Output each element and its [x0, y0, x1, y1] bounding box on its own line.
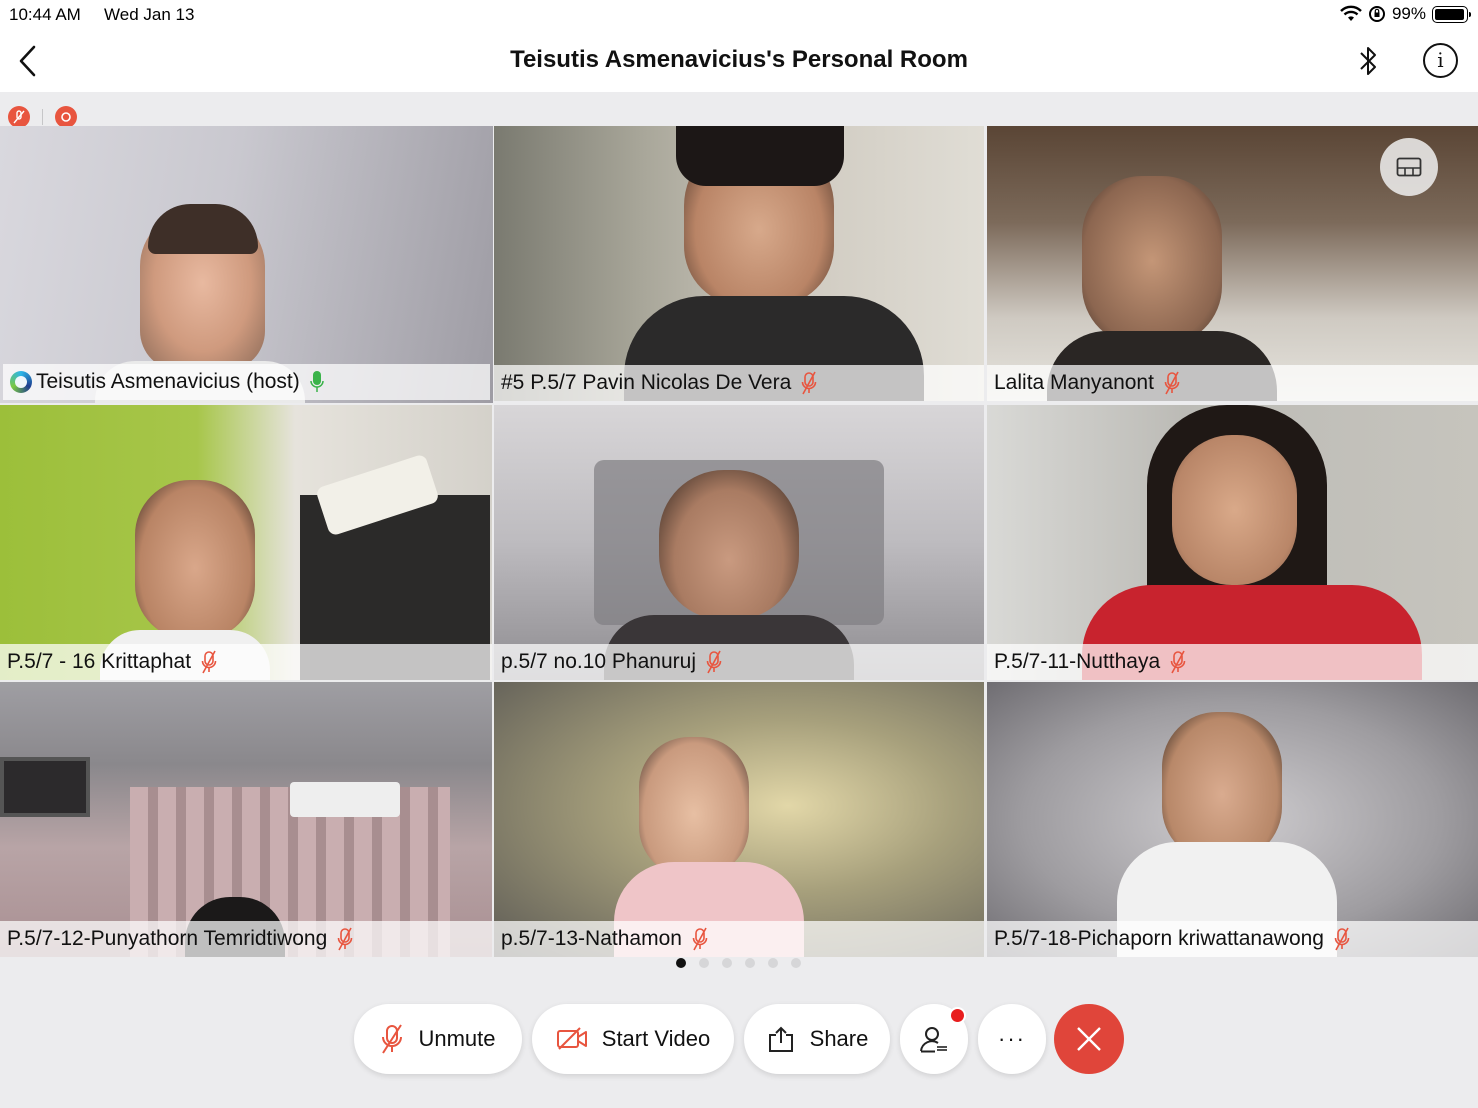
participant-name: P.5/7 - 16 Krittaphat [7, 650, 192, 673]
notification-badge [949, 1007, 966, 1024]
meeting-toolbar: Unmute Start Video Share ··· [0, 1004, 1478, 1074]
mic-muted-icon [1164, 371, 1180, 395]
participants-icon [920, 1027, 947, 1053]
video-grid: Teisutis Asmenavicius (host) #5 P.5/7 Pa… [0, 126, 1478, 957]
participant-name: P.5/7-11-Nutthaya [994, 650, 1161, 673]
participant-label: P.5/7-18-Pichaporn kriwattanawong [987, 921, 1478, 957]
status-time: 10:44 AM [9, 5, 81, 24]
participant-label: P.5/7-11-Nutthaya [987, 644, 1478, 680]
participant-label: Lalita Manyanont [987, 365, 1478, 401]
nav-bar: Teisutis Asmenavicius's Personal Room i [0, 30, 1478, 92]
battery-percent: 99% [1391, 4, 1426, 23]
participant-name: Teisutis Asmenavicius (host) [36, 370, 300, 393]
mic-muted-icon [382, 1024, 403, 1054]
participant-label: Teisutis Asmenavicius (host) [3, 364, 490, 400]
muted-indicator-icon [8, 106, 30, 128]
participant-name: #5 P.5/7 Pavin Nicolas De Vera [501, 371, 792, 394]
layout-switch-button[interactable] [1380, 138, 1438, 196]
participant-name: P.5/7-12-Punyathorn Temridtiwong [7, 927, 328, 950]
leave-meeting-button[interactable] [1054, 1004, 1124, 1074]
participants-button[interactable] [900, 1004, 968, 1074]
page-title: Teisutis Asmenavicius's Personal Room [510, 46, 968, 73]
share-label: Share [809, 1026, 869, 1051]
grid-layout-icon [1396, 157, 1422, 177]
start-video-label: Start Video [601, 1026, 711, 1051]
page-dot[interactable] [699, 958, 709, 968]
video-tile[interactable]: P.5/7 - 16 Krittaphat [0, 405, 492, 680]
share-button[interactable]: Share [744, 1004, 890, 1074]
mic-muted-icon [692, 927, 708, 951]
mic-muted-icon [801, 371, 817, 395]
mic-active-icon [310, 371, 324, 392]
participant-label: P.5/7 - 16 Krittaphat [0, 644, 492, 680]
participant-label: #5 P.5/7 Pavin Nicolas De Vera [494, 365, 984, 401]
status-right: 99% [1340, 4, 1471, 24]
participant-label: p.5/7-13-Nathamon [494, 921, 984, 957]
participant-name: P.5/7-18-Pichaporn kriwattanawong [994, 927, 1324, 950]
meeting-indicators [8, 106, 77, 128]
orientation-lock-icon [1368, 6, 1385, 22]
participant-label: p.5/7 no.10 Phanuruj [494, 644, 984, 680]
webex-logo-icon [10, 371, 32, 393]
status-bar: 10:44 AM Wed Jan 13 99% [0, 0, 1478, 30]
participant-name: p.5/7 no.10 Phanuruj [501, 650, 696, 673]
close-icon [1077, 1027, 1101, 1051]
video-tile[interactable]: p.5/7 no.10 Phanuruj [494, 405, 984, 680]
mic-muted-icon [1334, 927, 1350, 951]
video-tile[interactable]: P.5/7-18-Pichaporn kriwattanawong [987, 682, 1478, 957]
mic-muted-icon [201, 650, 217, 674]
page-dot[interactable] [676, 958, 686, 968]
share-icon [768, 1026, 793, 1052]
page-dot[interactable] [768, 958, 778, 968]
participant-name: p.5/7-13-Nathamon [501, 927, 682, 950]
start-video-button[interactable]: Start Video [532, 1004, 734, 1074]
more-options-button[interactable]: ··· [978, 1004, 1046, 1074]
page-dot[interactable] [791, 958, 801, 968]
mic-muted-icon [706, 650, 722, 674]
mic-muted-icon [1170, 650, 1186, 674]
page-indicator[interactable] [676, 958, 801, 968]
mic-muted-icon [337, 927, 353, 951]
video-tile[interactable]: P.5/7-12-Punyathorn Temridtiwong [0, 682, 492, 957]
status-date: Wed Jan 13 [104, 5, 195, 24]
wifi-icon [1340, 5, 1362, 21]
page-dot[interactable] [722, 958, 732, 968]
video-off-icon [556, 1027, 587, 1050]
video-tile[interactable]: P.5/7-11-Nutthaya [987, 405, 1478, 680]
bluetooth-icon[interactable] [1354, 43, 1382, 79]
participant-label: P.5/7-12-Punyathorn Temridtiwong [0, 921, 492, 957]
video-tile[interactable]: p.5/7-13-Nathamon [494, 682, 984, 957]
battery-icon [1432, 5, 1471, 23]
video-tile-host[interactable]: Teisutis Asmenavicius (host) [0, 126, 493, 403]
page-dot[interactable] [745, 958, 755, 968]
video-tile[interactable]: #5 P.5/7 Pavin Nicolas De Vera [494, 126, 984, 401]
unmute-button[interactable]: Unmute [354, 1004, 522, 1074]
info-icon[interactable]: i [1423, 43, 1458, 78]
participant-name: Lalita Manyanont [994, 371, 1154, 394]
more-label: ··· [998, 1026, 1026, 1051]
unmute-label: Unmute [418, 1026, 496, 1051]
recording-indicator-icon [55, 106, 77, 128]
